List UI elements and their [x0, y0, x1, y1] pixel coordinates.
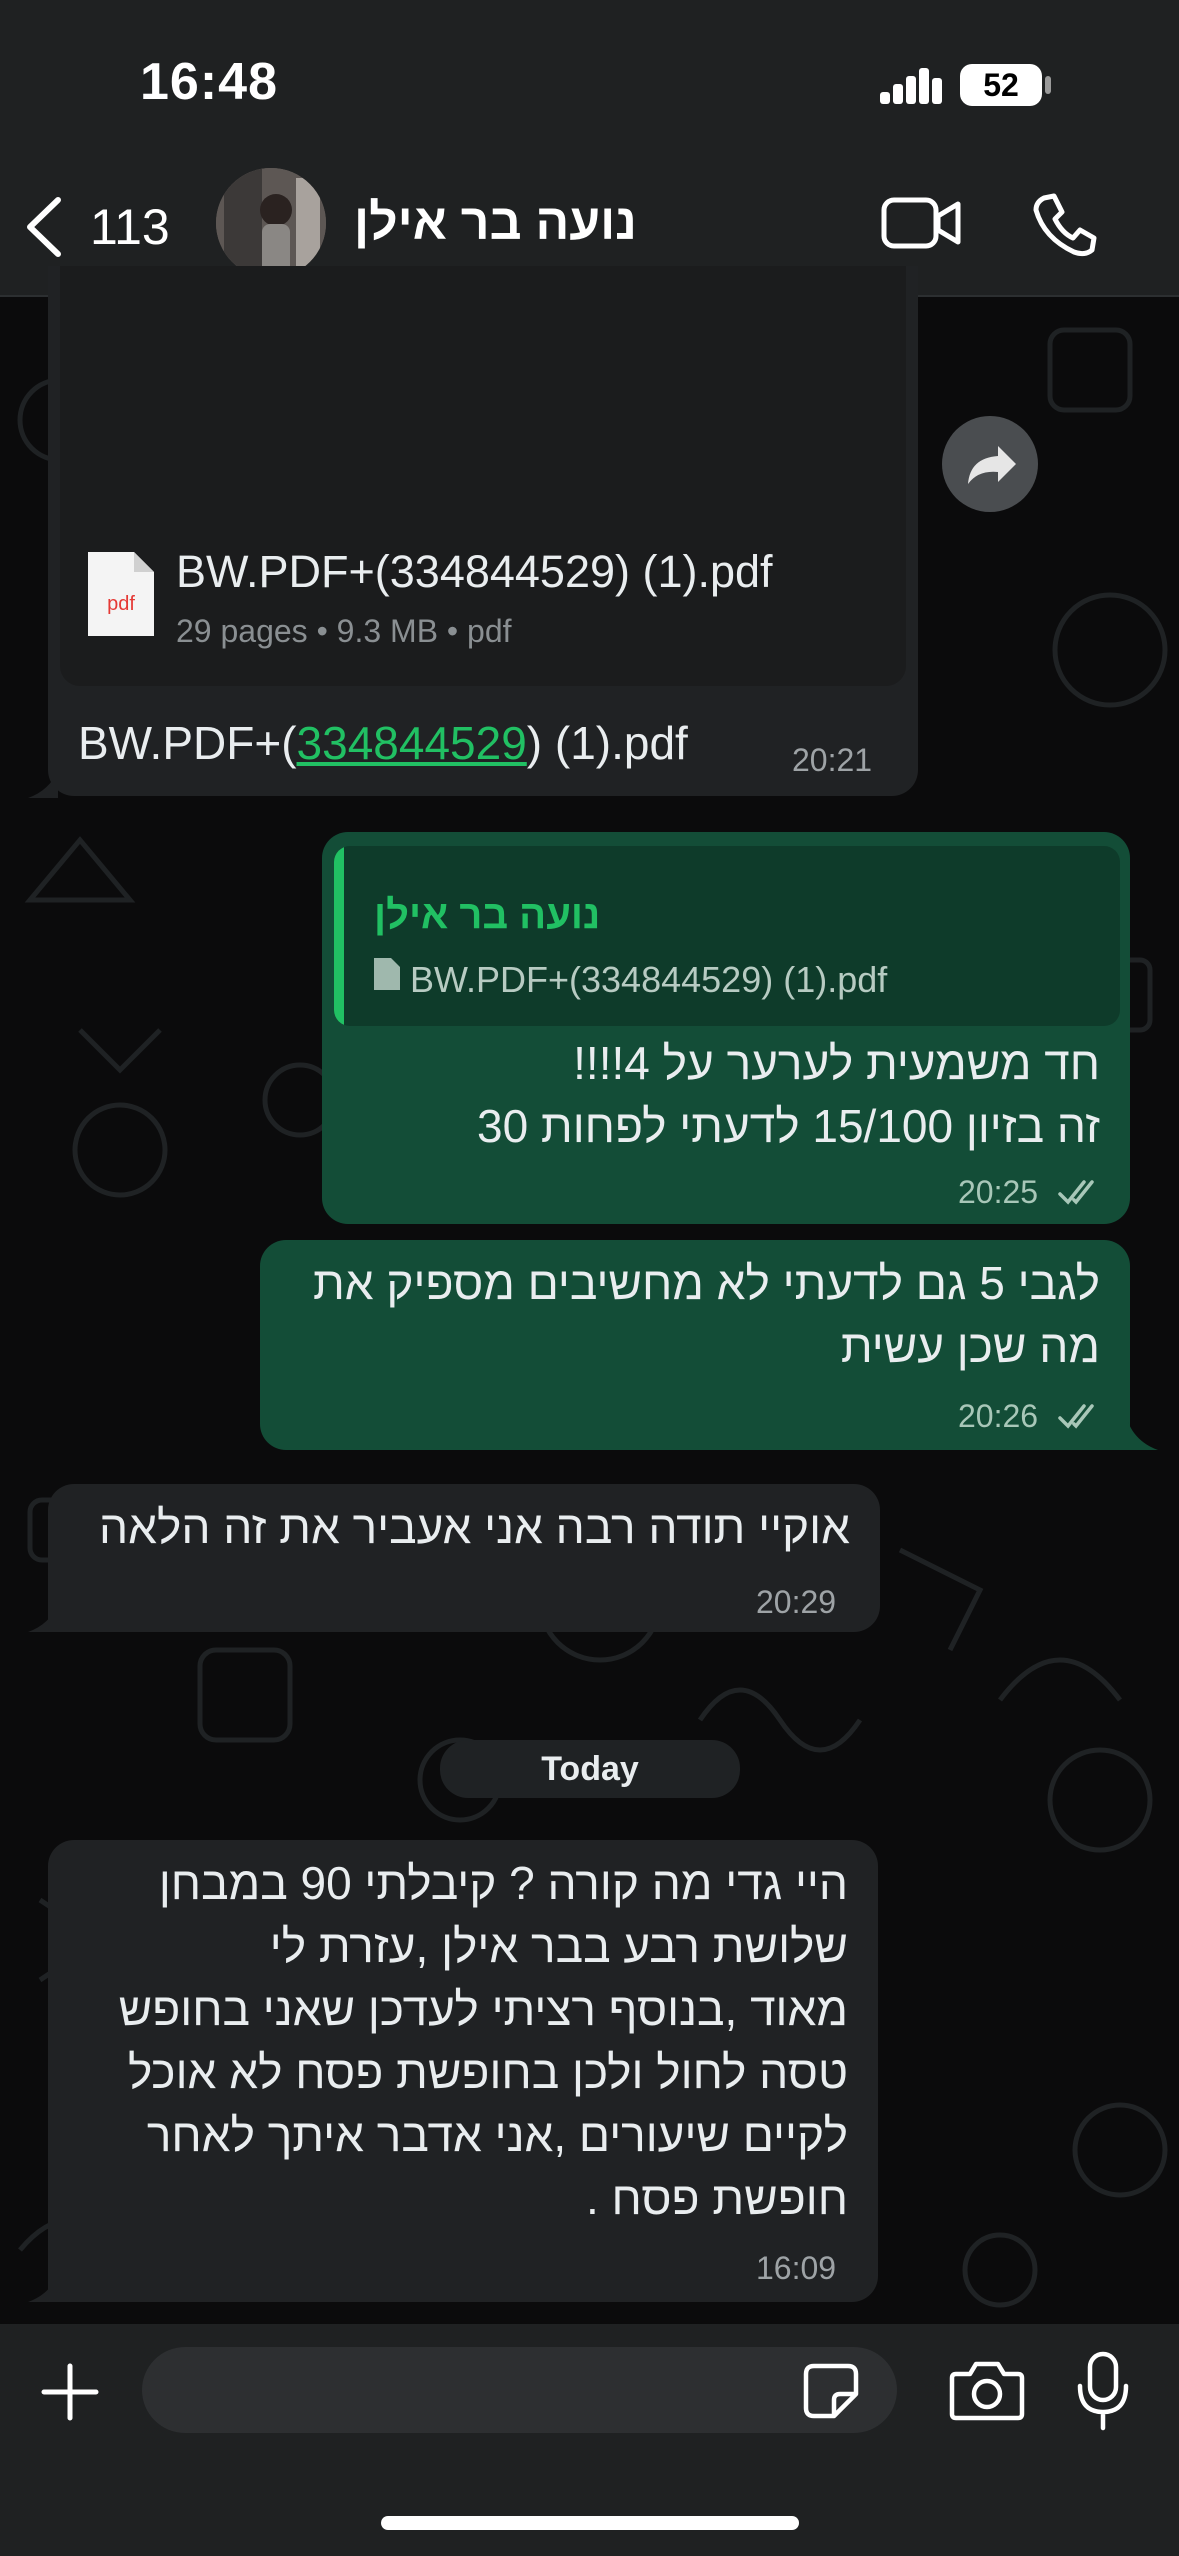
caption-suffix: ) (1).pdf [526, 717, 688, 769]
chat-header [0, 0, 1179, 297]
message-line: לקיים שיעורים ,אני אדבר איתך לאחר [146, 2109, 848, 2161]
message-time: 20:21 [792, 742, 873, 778]
message-line: לגבי 5 גם לדעתי לא מחשיבים מספיק את [312, 1257, 1100, 1309]
pdf-file-icon: pdf [88, 552, 154, 636]
pdf-icon-label: pdf [107, 593, 135, 615]
battery-cap [1045, 76, 1051, 94]
quoted-author: נועה בר אילן [374, 893, 601, 937]
contact-name[interactable]: נועה בר אילן [354, 193, 637, 251]
chevron-left-icon[interactable] [20, 192, 70, 262]
document-file-meta: 29 pages • 9.3 MB • pdf [176, 613, 512, 649]
message-time: 20:26 [958, 1398, 1039, 1434]
camera-icon[interactable] [948, 2356, 1026, 2424]
outgoing-reply-message[interactable]: נועה בר אילן BW.PDF+(334844529) (1).pdf … [322, 832, 1130, 1224]
date-divider: Today [440, 1740, 740, 1798]
battery-icon: 52 [960, 64, 1042, 106]
message-line: מה שכן עשית [840, 1320, 1100, 1372]
document-file-name: BW.PDF+(334844529) (1).pdf [176, 546, 773, 597]
back-unread-count[interactable]: 113 [90, 198, 170, 256]
double-check-icon [1058, 1180, 1094, 1205]
message-line: חד משמעית לערער על 4!!!! [573, 1037, 1100, 1089]
bubble-tail [1128, 1422, 1158, 1450]
plus-icon[interactable] [38, 2360, 102, 2424]
message-line: חופשת פסח . [585, 2172, 848, 2224]
message-time: 20:29 [756, 1584, 837, 1620]
document-message[interactable]: pdf BW.PDF+(334844529) (1).pdf 29 pages … [48, 266, 918, 796]
message-line: היי גדי מה קורה ? קיבלתי 90 במבחן [158, 1857, 848, 1909]
caption-prefix: BW.PDF+( [78, 717, 297, 769]
message-line: טסה לחול ולכן בחופשת פסח לא אוכל [127, 2046, 848, 2098]
forward-button[interactable] [942, 416, 1038, 512]
message-input[interactable] [142, 2347, 897, 2433]
message-time: 20:25 [958, 1174, 1039, 1210]
message-line: מאוד ,בנוסף רציתי לעדכן שאני בחופש [118, 1983, 848, 2035]
avatar[interactable] [216, 168, 326, 278]
home-indicator [381, 2516, 799, 2530]
signal-icon [880, 68, 942, 104]
forward-icon [968, 446, 1016, 484]
incoming-message[interactable]: אוקיי תודה רבה אני אעביר את זה הלאה 20:2… [48, 1484, 880, 1632]
incoming-message[interactable]: היי גדי מה קורה ? קיבלתי 90 במבחן שלושת … [48, 1840, 878, 2302]
document-caption: BW.PDF+(334844529) (1).pdf [78, 712, 688, 775]
bubble-tail [28, 770, 58, 798]
bubble-tail [28, 2274, 58, 2302]
status-time: 16:48 [140, 53, 278, 111]
message-line: שלושת רבע בבר אילן ,עזרת לי [269, 1920, 848, 1972]
message-time: 16:09 [756, 2250, 837, 2286]
outgoing-message[interactable]: לגבי 5 גם לדעתי לא מחשיבים מספיק את מה ש… [260, 1240, 1130, 1450]
caption-phone-link[interactable]: 334844529 [297, 717, 527, 769]
sticker-icon[interactable] [800, 2360, 862, 2422]
document-icon [374, 958, 400, 990]
phone-icon[interactable] [1030, 190, 1100, 260]
message-line: אוקיי תודה רבה אני אעביר את זה הלאה [98, 1501, 850, 1553]
quoted-file-name: BW.PDF+(334844529) (1).pdf [410, 959, 888, 1000]
quoted-message[interactable]: נועה בר אילן BW.PDF+(334844529) (1).pdf [334, 846, 1120, 1026]
avatar-photo [216, 168, 326, 278]
message-line: זה בזיון 15/100 לדעתי לפחות 30 [476, 1100, 1100, 1152]
quote-accent-bar [334, 846, 344, 1026]
video-call-icon[interactable] [880, 194, 962, 252]
microphone-icon[interactable] [1072, 2350, 1134, 2432]
battery-level: 52 [983, 67, 1019, 103]
double-check-icon [1058, 1404, 1094, 1429]
bubble-tail [28, 1604, 58, 1632]
